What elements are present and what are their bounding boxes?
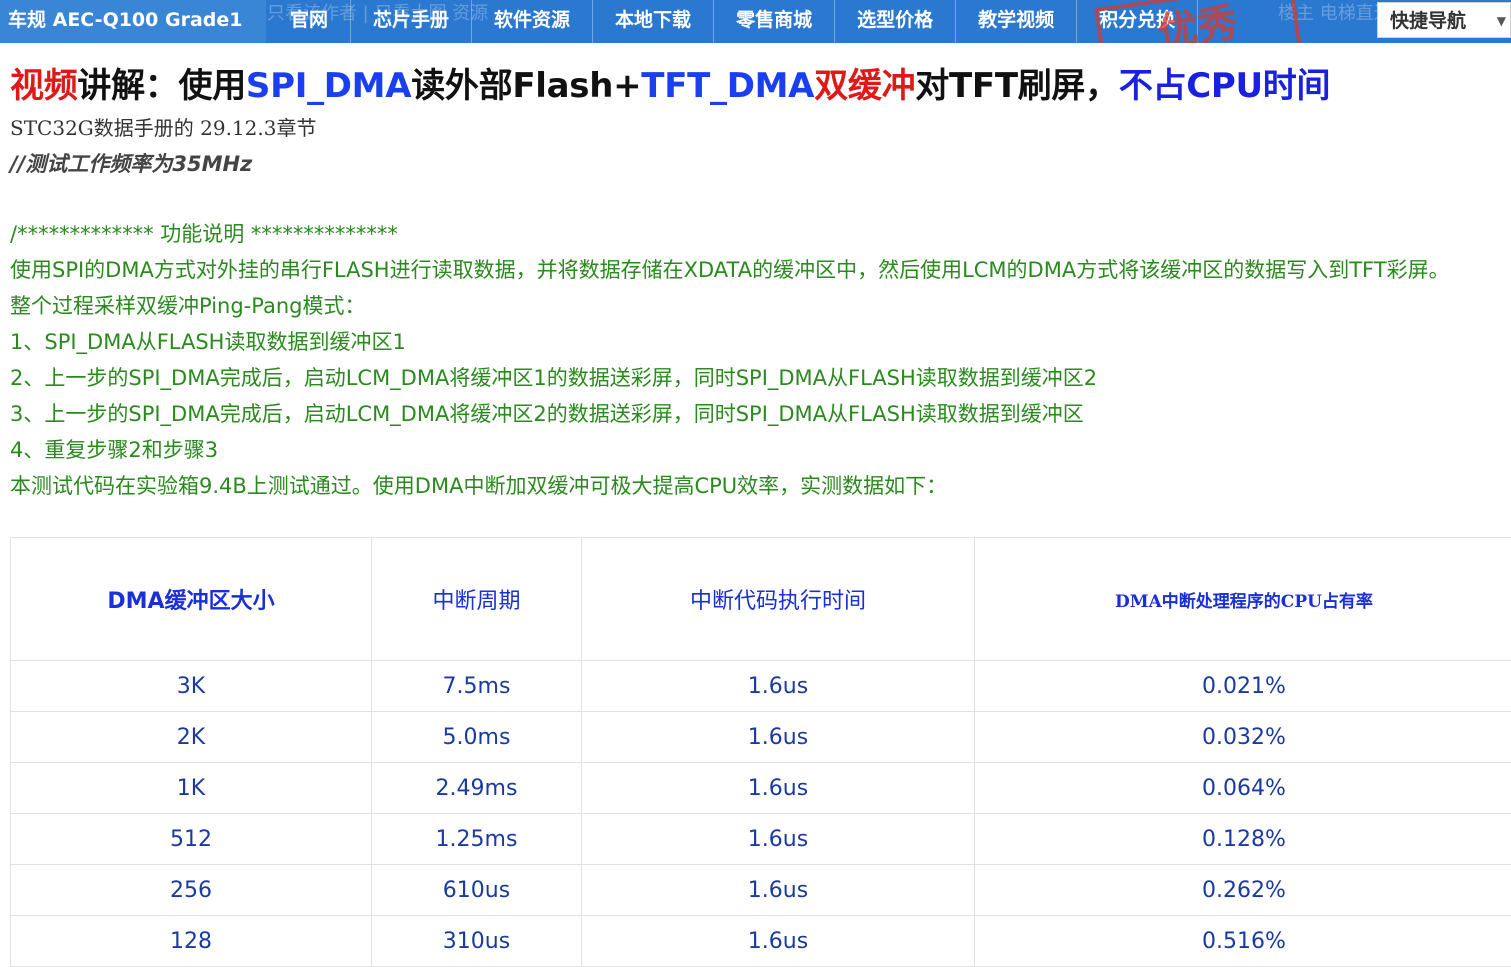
desc-line-7: 本测试代码在实验箱9.4B上测试通过。使用DMA中断加双缓冲可极大提高CPU效率… [10,468,1506,504]
cell-cpu-usage: 0.262% [975,865,1511,916]
col-header-buffer-size: DMA缓冲区大小 [11,538,372,661]
function-description: /************* 功能说明 ************** 使用SPI… [10,216,1506,504]
cell-cpu-usage: 0.032% [975,712,1511,763]
cell-exec-time: 1.6us [582,814,975,865]
cell-exec-time: 1.6us [582,865,975,916]
cell-interrupt-period: 7.5ms [372,661,582,712]
cell-buffer-size: 1K [11,763,372,814]
post-headline: 视频讲解：使用SPI_DMA读外部Flash+TFT_DMA双缓冲对TFT刷屏，… [10,58,1510,107]
cell-cpu-usage: 0.128% [975,814,1511,865]
col-header-exec-time: 中断代码执行时间 [582,538,975,661]
cell-exec-time: 1.6us [582,763,975,814]
headline-part-flash: 读外部Flash+ [411,66,641,106]
cell-cpu-usage: 0.516% [975,916,1511,967]
manual-reference: STC32G数据手册的 29.12.3章节 [10,112,316,141]
desc-line-1: 使用SPI的DMA方式对外挂的串行FLASH进行读取数据，并将数据存储在XDAT… [10,252,1506,288]
nav-item-local-download[interactable]: 本地下载 [593,0,714,43]
table-row: 128 310us 1.6us 0.516% [11,916,1511,967]
frequency-comment: //测试工作频率为35MHz [10,148,252,178]
table-row: 512 1.25ms 1.6us 0.128% [11,814,1511,865]
floor-meta-ghost: 楼主 电梯直达 [1278,0,1392,43]
desc-line-5: 3、上一步的SPI_DMA完成后，启动LCM_DMA将缓冲区2的数据送彩屏，同时… [10,396,1506,432]
headline-part-double-buffer: 双缓冲 [814,66,915,106]
brand-label[interactable]: 车规 AEC-Q100 Grade1 [0,0,266,43]
quick-nav-button[interactable]: 快捷导航 ▼ [1377,2,1511,38]
table-row: 1K 2.49ms 1.6us 0.064% [11,763,1511,814]
cell-buffer-size: 128 [11,916,372,967]
cell-interrupt-period: 1.25ms [372,814,582,865]
table-header-row: DMA缓冲区大小 中断周期 中断代码执行时间 DMA中断处理程序的CPU占有率 [11,538,1511,661]
nav-item-official-site[interactable]: 官网 [268,0,351,43]
nav-item-pricing[interactable]: 选型价格 [835,0,956,43]
col-header-interrupt-period: 中断周期 [372,538,582,661]
quick-nav-label: 快捷导航 [1390,10,1466,32]
nav-item-videos[interactable]: 教学视频 [956,0,1077,43]
cell-interrupt-period: 5.0ms [372,712,582,763]
cell-buffer-size: 3K [11,661,372,712]
cell-buffer-size: 256 [11,865,372,916]
chevron-down-icon: ▼ [1497,3,1506,39]
cell-cpu-usage: 0.021% [975,661,1511,712]
cell-exec-time: 1.6us [582,712,975,763]
desc-header: /************* 功能说明 ************** [10,216,1506,252]
desc-line-3: 1、SPI_DMA从FLASH读取数据到缓冲区1 [10,324,1506,360]
headline-part-no-cpu: 不占CPU时间 [1119,66,1330,106]
desc-line-2: 整个过程采样双缓冲Ping-Pang模式： [10,288,1506,324]
col-header-cpu-usage: DMA中断处理程序的CPU占有率 [975,538,1511,661]
headline-part-tft-dma: TFT_DMA [641,66,814,106]
headline-part-spi-dma: SPI_DMA [246,66,411,106]
cell-cpu-usage: 0.064% [975,763,1511,814]
headline-part-video: 视频 [10,66,77,106]
headline-part-explain: 讲解：使用 [77,66,246,106]
table-row: 3K 7.5ms 1.6us 0.021% [11,661,1511,712]
cell-exec-time: 1.6us [582,661,975,712]
nav-item-software[interactable]: 软件资源 [472,0,593,43]
top-nav-bar: 发表于 2022-5-19 21:33:15 | 只看该作者 | 只看大图 资源… [0,0,1511,43]
cell-exec-time: 1.6us [582,916,975,967]
nav-item-points[interactable]: 积分兑换 [1077,0,1198,43]
desc-line-6: 4、重复步骤2和步骤3 [10,432,1506,468]
nav-item-chip-manual[interactable]: 芯片手册 [351,0,472,43]
nav-items: 官网 芯片手册 软件资源 本地下载 零售商城 选型价格 教学视频 积分兑换 [268,0,1198,43]
cell-interrupt-period: 610us [372,865,582,916]
cell-interrupt-period: 2.49ms [372,763,582,814]
desc-line-4: 2、上一步的SPI_DMA完成后，启动LCM_DMA将缓冲区1的数据送彩屏，同时… [10,360,1506,396]
table-row: 2K 5.0ms 1.6us 0.032% [11,712,1511,763]
headline-part-refresh: 对TFT刷屏， [915,66,1119,106]
dma-performance-table: DMA缓冲区大小 中断周期 中断代码执行时间 DMA中断处理程序的CPU占有率 … [10,537,1511,967]
table-row: 256 610us 1.6us 0.262% [11,865,1511,916]
nav-item-store[interactable]: 零售商城 [714,0,835,43]
cell-interrupt-period: 310us [372,916,582,967]
cell-buffer-size: 512 [11,814,372,865]
cell-buffer-size: 2K [11,712,372,763]
